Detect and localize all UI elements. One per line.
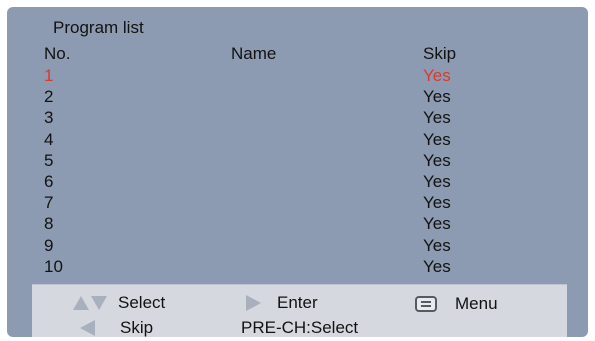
program-row-7[interactable]: 7 Yes <box>7 193 588 214</box>
hint-menu-label: Menu <box>455 294 498 313</box>
program-number: 10 <box>44 256 63 276</box>
hint-skip-label: Skip <box>120 318 154 337</box>
hint-prech-label: PRE-CH:Select <box>241 318 359 337</box>
hint-menu: Menu <box>415 294 498 314</box>
hint-enter: Enter <box>246 293 318 313</box>
program-row-10[interactable]: 10 Yes <box>7 257 588 278</box>
program-number: 9 <box>44 235 54 255</box>
program-number: 4 <box>44 129 54 149</box>
hint-select-label: Select <box>118 293 166 312</box>
column-header-skip: Skip <box>423 44 457 63</box>
down-arrow-icon <box>91 296 107 310</box>
page-title: Program list <box>53 18 144 37</box>
up-arrow-icon <box>73 296 89 310</box>
hint-select: Select <box>73 293 165 313</box>
program-skip-value[interactable]: Yes <box>423 130 451 150</box>
program-skip-value[interactable]: Yes <box>423 236 451 256</box>
program-row-4[interactable]: 4 Yes <box>7 130 588 151</box>
program-row-6[interactable]: 6 Yes <box>7 172 588 193</box>
program-skip-value[interactable]: Yes <box>423 257 451 277</box>
program-skip-value[interactable]: Yes <box>423 172 451 192</box>
program-row-2[interactable]: 2 Yes <box>7 87 588 108</box>
program-row-9[interactable]: 9 Yes <box>7 236 588 257</box>
column-header-name: Name <box>231 44 277 63</box>
program-list-screen: Program list No. Name Skip 1 Yes 2 Yes 3… <box>7 7 588 337</box>
menu-icon <box>415 296 437 312</box>
program-number: 7 <box>44 193 54 213</box>
left-arrow-icon <box>80 320 95 336</box>
program-skip-value[interactable]: Yes <box>423 87 451 107</box>
program-number: 6 <box>44 171 54 191</box>
hint-enter-label: Enter <box>277 293 318 312</box>
column-header-no: No. <box>44 44 71 63</box>
program-number: 8 <box>44 214 54 234</box>
program-skip-value[interactable]: Yes <box>423 193 451 213</box>
program-number: 5 <box>44 150 54 170</box>
key-hint-bar: Select Enter Menu Skip PRE-CH:Select <box>32 284 567 337</box>
program-row-5[interactable]: 5 Yes <box>7 151 588 172</box>
hint-prech: PRE-CH:Select <box>241 318 358 337</box>
program-row-1[interactable]: 1 Yes <box>7 66 588 87</box>
hint-skip: Skip <box>80 318 153 337</box>
program-number: 2 <box>44 87 54 107</box>
program-number: 3 <box>44 108 54 128</box>
program-skip-value[interactable]: Yes <box>423 214 451 234</box>
program-row-3[interactable]: 3 Yes <box>7 108 588 129</box>
program-skip-value[interactable]: Yes <box>423 108 451 128</box>
right-arrow-icon <box>246 295 261 311</box>
program-skip-value[interactable]: Yes <box>423 151 451 171</box>
program-skip-value[interactable]: Yes <box>423 66 451 86</box>
program-list: 1 Yes 2 Yes 3 Yes 4 Yes 5 Yes 6 Yes 7 Ye… <box>7 66 588 278</box>
program-number: 1 <box>44 66 54 85</box>
program-row-8[interactable]: 8 Yes <box>7 214 588 235</box>
